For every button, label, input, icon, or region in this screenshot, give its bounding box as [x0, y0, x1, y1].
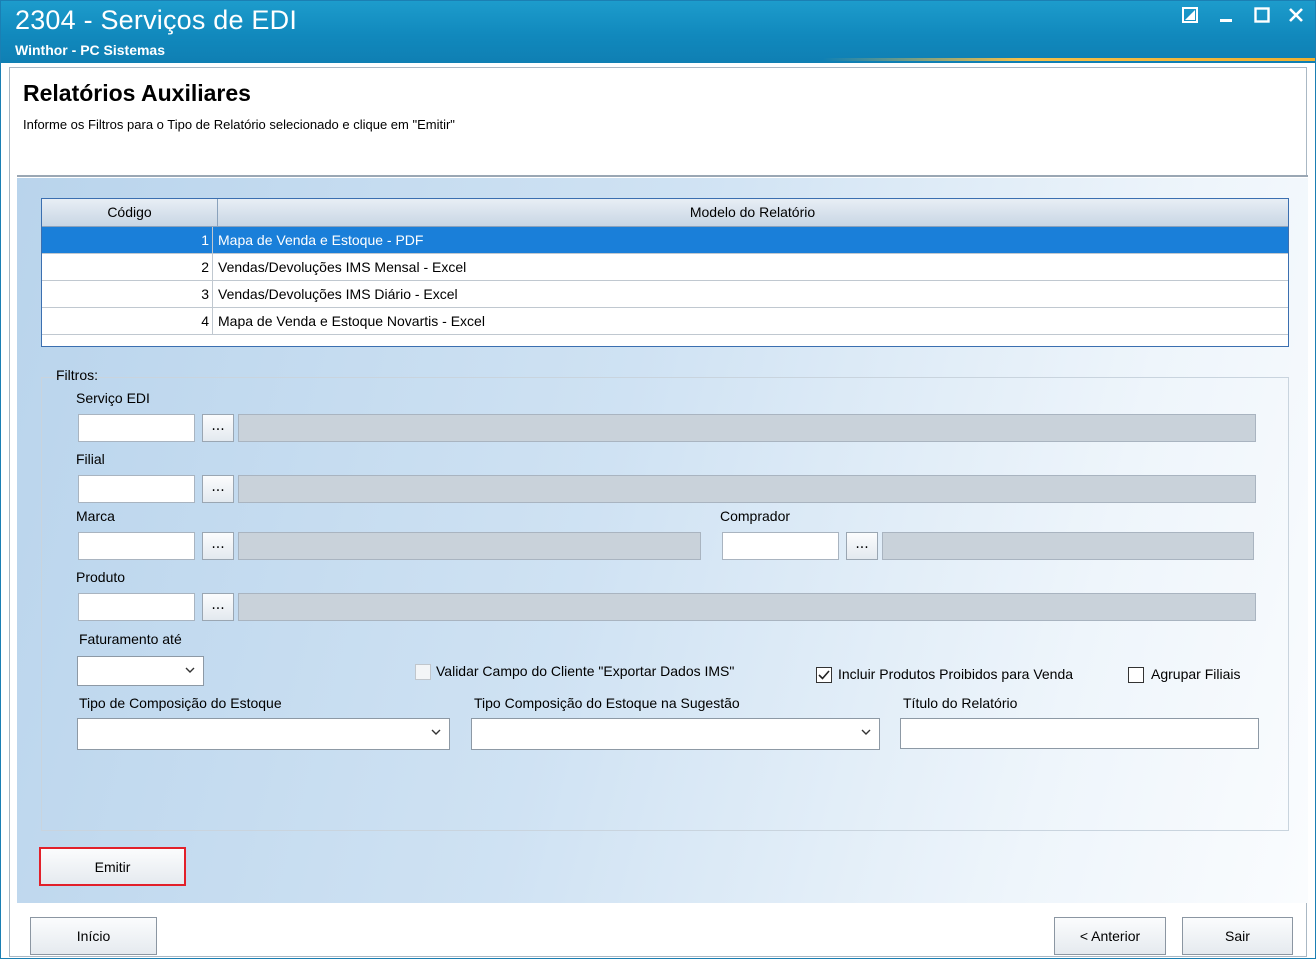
grid-header: Código Modelo do Relatório	[42, 199, 1288, 227]
inicio-button[interactable]: Início	[30, 917, 157, 955]
incluir-produtos-label: Incluir Produtos Proibidos para Venda	[838, 666, 1074, 682]
titulo-relatorio-input[interactable]	[900, 718, 1259, 749]
cell-codigo: 4	[42, 308, 213, 334]
servico-edi-lookup-button[interactable]: ...	[202, 414, 234, 442]
cell-modelo: Mapa de Venda e Estoque - PDF	[218, 232, 424, 248]
produto-code-input[interactable]	[78, 593, 195, 621]
column-header-codigo[interactable]: Código	[42, 199, 218, 226]
tipo-composicao-sugestao-select[interactable]	[471, 718, 880, 750]
produto-lookup-button[interactable]: ...	[202, 593, 234, 621]
cell-codigo: 1	[42, 227, 213, 253]
marca-description	[238, 532, 701, 560]
chevron-down-icon	[861, 729, 871, 735]
tipo-composicao-sugestao-label: Tipo Composição do Estoque na Sugestão	[474, 695, 740, 711]
filial-code-input[interactable]	[78, 475, 195, 503]
window-subtitle: Winthor - PC Sistemas	[15, 42, 166, 58]
cell-modelo: Vendas/Devoluções IMS Diário - Excel	[218, 286, 458, 302]
page-title: Relatórios Auxiliares	[23, 80, 251, 106]
servico-edi-label: Serviço EDI	[76, 390, 150, 406]
faturamento-date-picker[interactable]	[77, 656, 204, 686]
tipo-composicao-select[interactable]	[77, 718, 450, 750]
validar-campo-label: Validar Campo do Cliente "Exportar Dados…	[436, 663, 735, 679]
table-row[interactable]: 3 Vendas/Devoluções IMS Diário - Excel	[42, 281, 1288, 308]
anterior-button[interactable]: < Anterior	[1054, 917, 1166, 955]
marca-code-input[interactable]	[78, 532, 195, 560]
filial-label: Filial	[76, 451, 105, 467]
title-bar[interactable]: 2304 - Serviços de EDI Winthor - PC Sist…	[1, 1, 1315, 63]
servico-edi-description	[238, 414, 1256, 442]
cell-codigo: 3	[42, 281, 213, 307]
column-header-modelo[interactable]: Modelo do Relatório	[218, 199, 1287, 226]
servico-edi-code-input[interactable]	[78, 414, 195, 442]
app-window: 2304 - Serviços de EDI Winthor - PC Sist…	[0, 0, 1316, 959]
produto-description	[238, 593, 1256, 621]
titulo-relatorio-label: Título do Relatório	[903, 695, 1018, 711]
produto-label: Produto	[76, 569, 126, 585]
table-row[interactable]: 2 Vendas/Devoluções IMS Mensal - Excel	[42, 254, 1288, 281]
marca-lookup-button[interactable]: ...	[202, 532, 234, 560]
chevron-down-icon	[431, 729, 441, 735]
window-title: 2304 - Serviços de EDI	[15, 5, 298, 35]
maximize-icon[interactable]	[1247, 5, 1277, 31]
comprador-code-input[interactable]	[722, 532, 839, 560]
cell-modelo: Vendas/Devoluções IMS Mensal - Excel	[218, 259, 467, 275]
table-row[interactable]: 4 Mapa de Venda e Estoque Novartis - Exc…	[42, 308, 1288, 335]
table-row[interactable]: 1 Mapa de Venda e Estoque - PDF	[42, 227, 1288, 254]
faturamento-label: Faturamento até	[79, 631, 182, 647]
agrupar-filiais-label: Agrupar Filiais	[1151, 666, 1241, 682]
cell-codigo: 2	[42, 254, 213, 280]
marca-label: Marca	[76, 508, 115, 524]
comprador-description	[882, 532, 1254, 560]
cell-modelo: Mapa de Venda e Estoque Novartis - Excel	[218, 313, 485, 329]
tipo-composicao-label: Tipo de Composição do Estoque	[79, 695, 282, 711]
chevron-down-icon	[185, 667, 195, 673]
incluir-produtos-checkbox[interactable]	[816, 667, 832, 683]
filial-description	[238, 475, 1256, 503]
filial-lookup-button[interactable]: ...	[202, 475, 234, 503]
minimize-icon[interactable]	[1211, 5, 1241, 31]
restore-icon[interactable]	[1175, 5, 1205, 31]
checkmark-icon	[818, 670, 830, 680]
page-hint: Informe os Filtros para o Tipo de Relató…	[23, 117, 455, 132]
validar-campo-checkbox[interactable]	[415, 664, 431, 680]
title-accent-line	[823, 58, 1315, 61]
close-icon[interactable]	[1281, 5, 1311, 31]
comprador-label: Comprador	[720, 508, 791, 524]
sair-button[interactable]: Sair	[1182, 917, 1293, 955]
comprador-lookup-button[interactable]: ...	[846, 532, 878, 560]
report-grid[interactable]: Código Modelo do Relatório 1 Mapa de Ven…	[41, 198, 1289, 347]
emitir-button[interactable]: Emitir	[39, 847, 186, 886]
agrupar-filiais-checkbox[interactable]	[1128, 667, 1144, 683]
filters-group-label: Filtros:	[56, 367, 98, 383]
